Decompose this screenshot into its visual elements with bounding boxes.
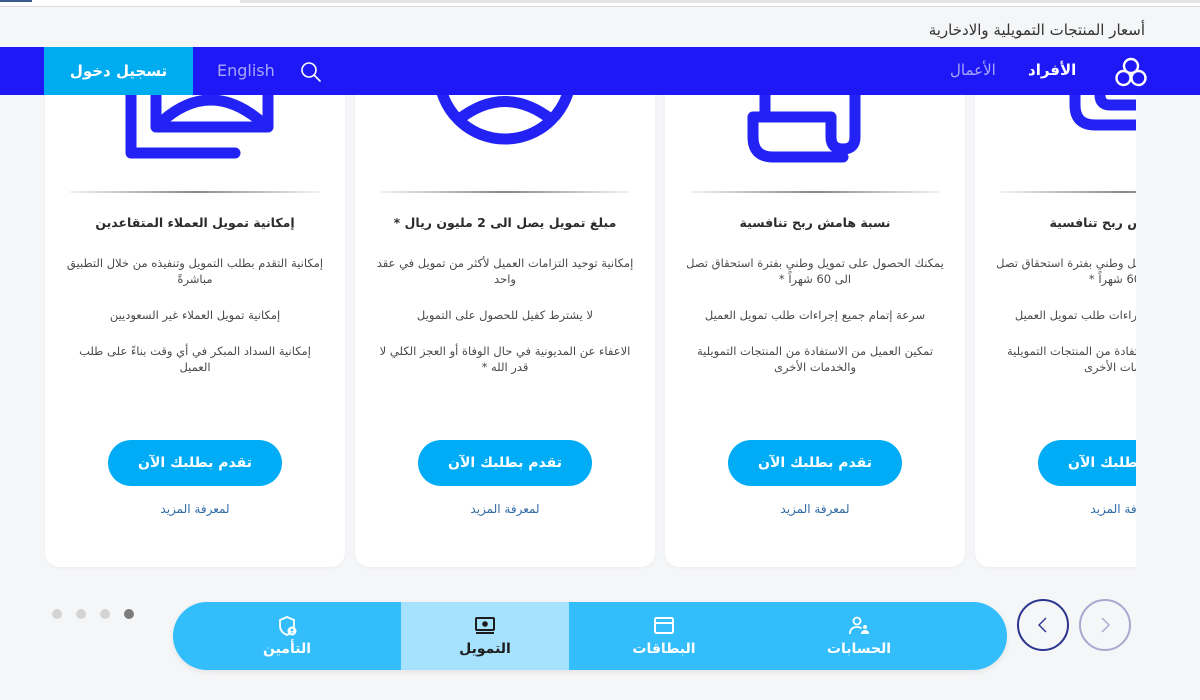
users-icon <box>849 616 869 635</box>
carousel-dot[interactable] <box>100 609 110 619</box>
card-feature: لا يشترط كفيل للحصول على التمويل <box>416 308 594 322</box>
apply-now-button[interactable]: تقدم بطلبك الآن <box>108 440 282 486</box>
person-circle-icon <box>436 95 574 145</box>
page-title-bar: أسعار المنتجات التمويلية والادخارية <box>0 8 1200 47</box>
carousel-pagination <box>52 609 134 619</box>
bank-logo-icon[interactable] <box>1113 56 1149 88</box>
card-feature: تمكين العميل من الاستفادة من المنتجات ال… <box>1006 344 1136 374</box>
apply-now-button[interactable]: تقدم بطلبك الآن <box>728 440 902 486</box>
scroll-icon <box>747 95 861 163</box>
product-card: إمكانية تمويل العملاء المتقاعدين إمكانية… <box>45 95 345 567</box>
tab-accounts[interactable]: الحسابات <box>759 602 959 670</box>
tab-label: التأمين <box>262 641 311 657</box>
product-cards-carousel: إمكانية تمويل العملاء المتقاعدين إمكانية… <box>0 95 1136 570</box>
card-feature: يمكنك الحصول على تمويل وطني بفترة استحقا… <box>996 256 1136 286</box>
tab-label: البطاقات <box>632 641 696 657</box>
product-card: نسبة هامش ربح تنافسية يمكنك الحصول على ت… <box>975 95 1136 567</box>
shield-user-icon <box>279 616 297 636</box>
card-feature: سرعة إتمام جميع إجراءات طلب تمويل العميل <box>1014 308 1136 322</box>
card-feature: إمكانية السداد المبكر في أي وقت بناءً عل… <box>79 344 311 374</box>
card-title: مبلغ تمويل يصل الى 2 مليون ريال * <box>393 215 617 230</box>
carousel-dot-active[interactable] <box>124 609 134 619</box>
card-feature: سرعة إتمام جميع إجراءات طلب تمويل العميل <box>704 308 926 322</box>
language-switch-link[interactable]: English <box>217 61 275 80</box>
tab-cards[interactable]: البطاقات <box>569 602 759 670</box>
learn-more-link[interactable]: لمعرفة المزيد <box>975 502 1136 516</box>
card-title: نسبة هامش ربح تنافسية <box>1049 215 1136 230</box>
document-hand-icon <box>125 95 274 159</box>
card-divider <box>380 191 630 193</box>
learn-more-link[interactable]: لمعرفة المزيد <box>665 502 965 516</box>
tab-insurance[interactable]: التأمين <box>173 602 401 670</box>
card-title: إمكانية تمويل العملاء المتقاعدين <box>95 215 295 230</box>
card-feature: الاعفاء عن المديونية في حال الوفاة أو ال… <box>379 344 631 374</box>
browser-address-edge <box>240 0 1200 3</box>
carousel-dot[interactable] <box>52 609 62 619</box>
apply-now-button[interactable]: تقدم بطلبك الآن <box>418 440 592 486</box>
apply-now-button[interactable]: تقدم بطلبك الآن <box>1038 440 1136 486</box>
card-divider <box>1000 191 1136 193</box>
product-card: مبلغ تمويل يصل الى 2 مليون ريال * إمكاني… <box>355 95 655 567</box>
nav-link-individuals[interactable]: الأفراد <box>1028 61 1076 79</box>
card-title: نسبة هامش ربح تنافسية <box>739 215 891 230</box>
card-divider <box>70 191 320 193</box>
browser-top-edge <box>0 0 1200 7</box>
card-divider <box>690 191 940 193</box>
card-icon <box>654 617 674 634</box>
tab-label: الحسابات <box>826 641 892 657</box>
card-feature: إمكانية تمويل العملاء غير السعوديين <box>109 308 281 322</box>
document-icon <box>1069 95 1136 131</box>
chevron-left-icon <box>1038 617 1047 633</box>
browser-tab-edge <box>0 0 32 2</box>
page-title: أسعار المنتجات التمويلية والادخارية <box>928 21 1145 39</box>
card-feature: يمكنك الحصول على تمويل وطني بفترة استحقا… <box>686 256 944 286</box>
product-card: نسبة هامش ربح تنافسية يمكنك الحصول على ت… <box>665 95 965 567</box>
carousel-prev-button[interactable] <box>1017 599 1069 651</box>
search-icon[interactable] <box>300 61 322 83</box>
card-feature: إمكانية التقدم بطلب التمويل وتنفيذه من خ… <box>66 256 324 286</box>
carousel-dot[interactable] <box>76 609 86 619</box>
main-nav: تسجيل دخول English الأعمال الأفراد <box>0 47 1200 95</box>
tab-financing[interactable]: التمويل <box>401 602 569 670</box>
product-category-tabs: التأمين التمويل البطاقات الحسابات <box>173 602 1007 670</box>
cash-icon <box>475 617 495 634</box>
login-button[interactable]: تسجيل دخول <box>44 47 193 95</box>
learn-more-link[interactable]: لمعرفة المزيد <box>45 502 345 516</box>
carousel-next-button[interactable] <box>1079 599 1131 651</box>
chevron-right-icon <box>1101 617 1110 633</box>
nav-link-business[interactable]: الأعمال <box>950 61 996 79</box>
card-feature: إمكانية توحيد التزامات العميل لأكثر من ت… <box>376 256 634 286</box>
learn-more-link[interactable]: لمعرفة المزيد <box>355 502 655 516</box>
card-feature: تمكين العميل من الاستفادة من المنتجات ال… <box>696 344 934 374</box>
tab-label: التمويل <box>459 641 511 657</box>
